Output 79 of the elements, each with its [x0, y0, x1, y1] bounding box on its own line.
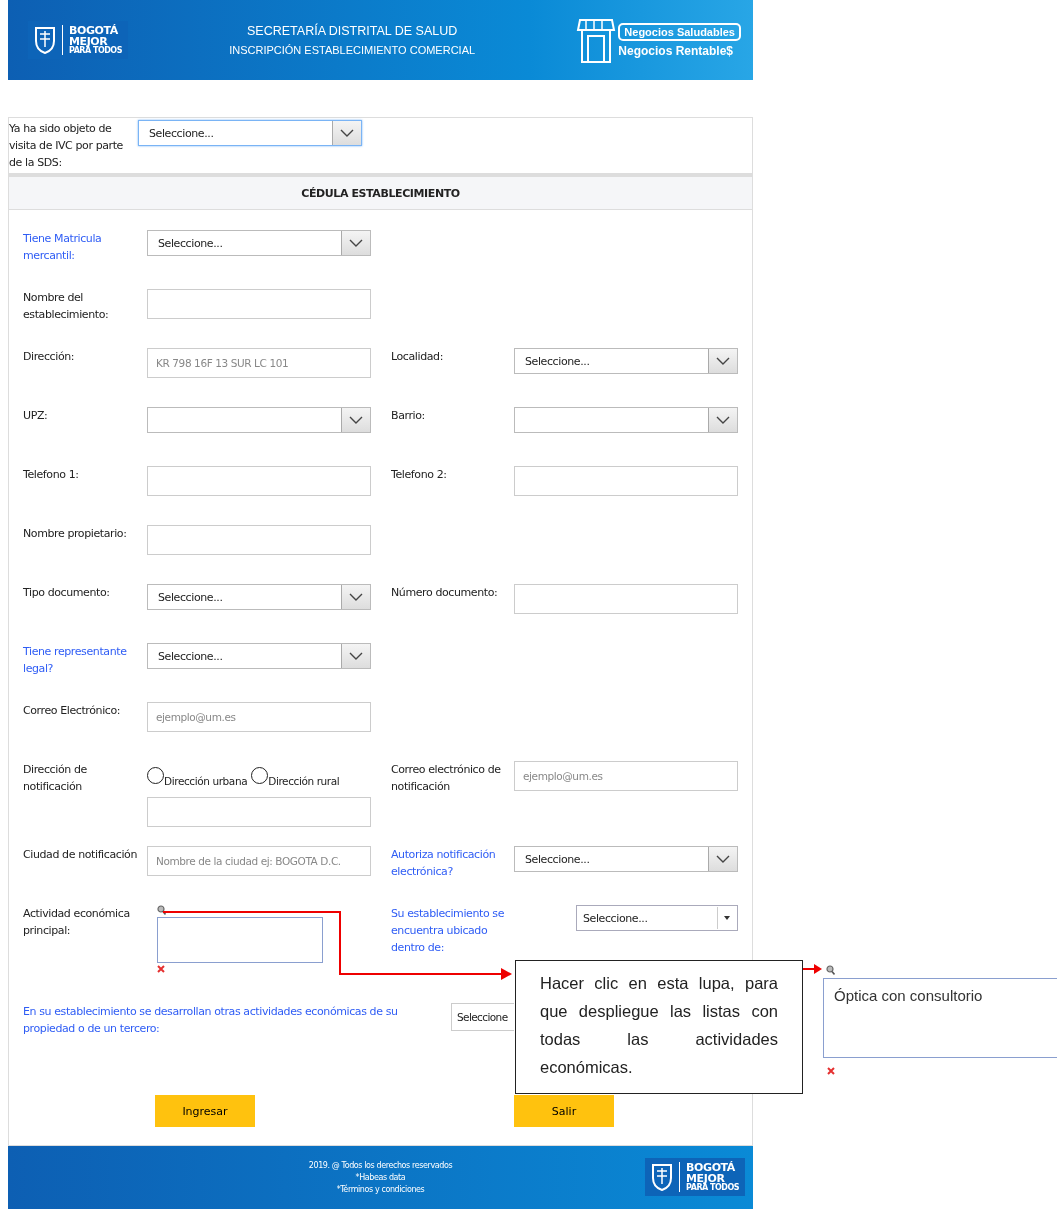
- header-subtitle: INSCRIPCIÓN ESTABLECIMIENTO COMERCIAL: [229, 44, 476, 56]
- select-field[interactable]: Seleccione...: [576, 905, 738, 931]
- select-field[interactable]: Seleccione...: [514, 348, 738, 374]
- chevron-down-icon: [716, 357, 730, 365]
- chevron-down-icon: [716, 855, 730, 863]
- text-area[interactable]: Óptica con consultorio: [823, 978, 1057, 1058]
- text-field[interactable]: [147, 797, 371, 827]
- text-field[interactable]: ejemplo@um.es: [147, 702, 371, 732]
- footer-link[interactable]: *Términos y condiciones: [336, 1184, 425, 1196]
- field-label: Ya ha sido objeto de visita de IVC por parte de la SDS:: [9, 121, 124, 171]
- text-area[interactable]: [157, 917, 323, 963]
- chevron-down-icon: [716, 416, 730, 424]
- text-field[interactable]: Nombre de la ciudad ej: BOGOTA D.C.: [147, 846, 371, 876]
- remove-icon[interactable]: [827, 1067, 835, 1075]
- caret-icon: [724, 916, 730, 920]
- select-field[interactable]: [514, 407, 738, 433]
- callout-text: Hacer clic en esta lupa, para que despliegue las listas con todas las actividades económicas.: [540, 974, 778, 1076]
- text-field[interactable]: ejemplo@um.es: [514, 761, 738, 791]
- text-field[interactable]: [147, 466, 371, 496]
- chevron-down-icon: [340, 129, 354, 137]
- select-field[interactable]: Seleccione...: [147, 584, 371, 610]
- select-field[interactable]: Seleccione...: [514, 846, 738, 872]
- field-label: En su establecimiento se desarrollan otras actividades económicas de su propiedad o de un tercero:: [23, 1004, 399, 1037]
- header-title: SECRETARÍA DISTRITAL DE SALUD: [247, 24, 458, 38]
- search-icon[interactable]: [826, 965, 835, 975]
- field-label: UPZ:: [23, 408, 49, 424]
- field-label: Número documento:: [391, 585, 499, 601]
- logo-text: BOGOTÁ: [686, 1162, 736, 1173]
- submit-button[interactable]: Ingresar: [155, 1095, 255, 1127]
- coat-of-arms-icon: [34, 25, 56, 55]
- field-label: Correo Electrónico:: [23, 703, 122, 719]
- field-label: Telefono 2:: [391, 467, 448, 483]
- field-label: Dirección:: [23, 349, 76, 365]
- text-field[interactable]: KR 798 16F 13 SUR LC 101: [147, 348, 371, 378]
- select-field[interactable]: Seleccione...: [138, 120, 362, 146]
- badge-text: Negocios Rentable$: [618, 43, 735, 58]
- field-label: Tiene Matricula mercantil:: [23, 231, 103, 264]
- select-field[interactable]: Seleccione...: [147, 230, 371, 256]
- remove-icon[interactable]: [157, 965, 165, 973]
- logo-text: MEJOR: [69, 36, 108, 47]
- field-label: Dirección de notificación: [23, 762, 88, 795]
- field-label: Tiene representante legal?: [23, 644, 128, 677]
- field-label: Autoriza notificación electrónica?: [391, 847, 497, 880]
- search-icon[interactable]: [157, 905, 166, 915]
- field-label: Nombre del establecimiento:: [23, 290, 110, 323]
- logo-text: PARA TODOS: [686, 1184, 739, 1192]
- field-label: Telefono 1:: [23, 467, 80, 483]
- submit-button[interactable]: Salir: [514, 1095, 614, 1127]
- logo-text: PARA TODOS: [69, 47, 122, 55]
- field-label: Actividad económica principal:: [23, 906, 131, 939]
- select-field[interactable]: Seleccione...: [147, 643, 371, 669]
- select-field[interactable]: [147, 407, 371, 433]
- chevron-down-icon: [349, 239, 363, 247]
- storefront-icon: [576, 16, 617, 64]
- radio-option[interactable]: Dirección rural: [251, 767, 340, 787]
- badge-text: Negocios Saludables: [618, 22, 741, 41]
- chevron-down-icon: [349, 652, 363, 660]
- copyright-text: 2019. @ Todos los derechos reservados: [308, 1160, 453, 1172]
- field-label: Nombre propietario:: [23, 526, 128, 542]
- arrow-icon: [803, 964, 823, 974]
- field-label: Correo electrónico de notificación: [391, 762, 502, 795]
- chevron-down-icon: [349, 593, 363, 601]
- section-title: CÉDULA ESTABLECIMIENTO: [301, 186, 460, 200]
- radio-option[interactable]: Dirección urbana: [147, 767, 248, 787]
- logo-text: BOGOTÁ: [69, 25, 119, 36]
- chevron-down-icon: [349, 416, 363, 424]
- logo-text: MEJOR: [686, 1173, 725, 1184]
- text-field[interactable]: [147, 289, 371, 319]
- footer-link[interactable]: *Habeas data: [355, 1172, 406, 1184]
- text-field[interactable]: [514, 466, 738, 496]
- field-label: Localidad:: [391, 349, 444, 365]
- coat-of-arms-icon: [651, 1162, 674, 1192]
- text-field[interactable]: [514, 584, 738, 614]
- field-label: Barrio:: [391, 408, 426, 424]
- select-field[interactable]: Seleccione: [451, 1003, 514, 1031]
- field-label: Su establecimiento se encuentra ubicado dentro de:: [391, 906, 506, 956]
- field-label: Ciudad de notificación: [23, 847, 138, 863]
- field-label: Tipo documento:: [23, 585, 111, 601]
- text-field[interactable]: [147, 525, 371, 555]
